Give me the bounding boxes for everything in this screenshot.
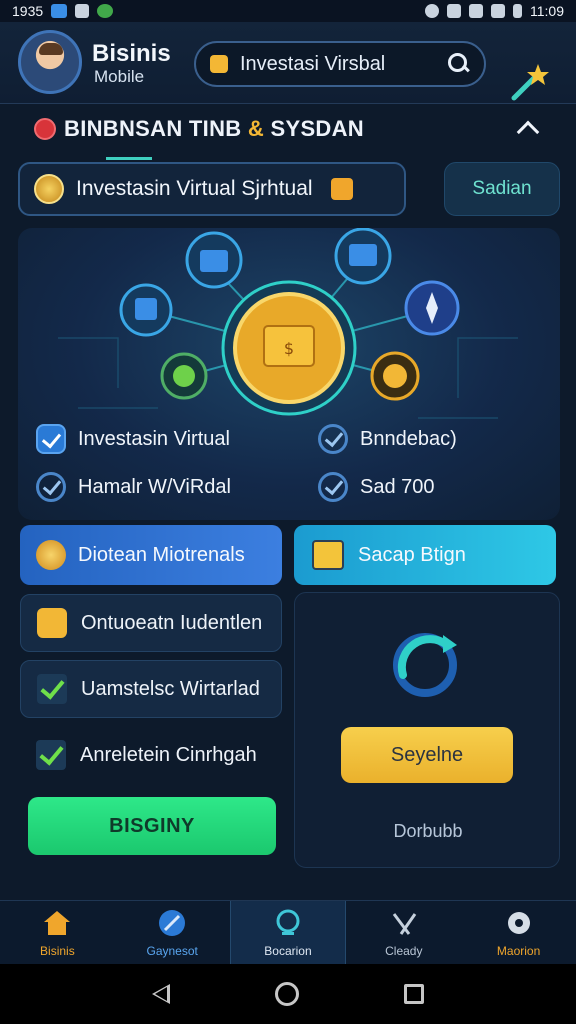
- feature-item: Bnndebac): [318, 424, 457, 454]
- back-icon[interactable]: [152, 984, 171, 1004]
- sacap-button[interactable]: Sacap Btign: [294, 525, 556, 585]
- collapse-chevron-up-icon[interactable]: [516, 120, 540, 144]
- status-left: 1935: [12, 3, 114, 19]
- checkmark-circle-icon: [318, 472, 348, 502]
- side-card: Seyelne Dorbubb: [294, 592, 560, 868]
- android-icon: [97, 4, 114, 18]
- app-header: Bisinis Mobile Investasi Virsbal: [0, 22, 576, 104]
- nav-item-search[interactable]: Bocarion: [229, 901, 347, 964]
- tab-indicator: [106, 157, 152, 160]
- hero-panel: $ Investasin Virtual Bnndebac) Hamalr W/…: [18, 228, 560, 520]
- status-bar: 1935 11:09: [0, 0, 576, 22]
- checkmark-circle-icon: [36, 472, 66, 502]
- nav-item-profile[interactable]: Maorion: [461, 901, 576, 964]
- bottom-nav: Bisinis Gaynesot Bocarion Cleady Maorion: [0, 900, 576, 964]
- status-time-left: 1935: [12, 3, 44, 19]
- document-icon: [312, 540, 344, 570]
- list-item[interactable]: Ontuoeatn Iudentlen: [20, 594, 282, 652]
- nav-item-home[interactable]: Bisinis: [0, 901, 115, 964]
- bisginy-button[interactable]: BISGINY: [28, 797, 276, 855]
- notification-icon: [51, 4, 68, 18]
- list-item[interactable]: Anreletein Cinrhgah: [20, 726, 282, 784]
- investment-pill-label: Investasin Virtual Sjrhtual: [76, 177, 313, 200]
- feature-item: Investasin Virtual: [36, 424, 230, 454]
- signal-icon: [491, 4, 505, 18]
- search-badge-icon: [210, 55, 228, 73]
- sadian-button[interactable]: Sadian: [444, 162, 560, 216]
- mute-icon: [447, 4, 461, 18]
- status-right: 11:09: [425, 3, 564, 19]
- alarm-icon: [425, 4, 439, 18]
- feature-item: Hamalr W/ViRdal: [36, 472, 231, 502]
- checkmark-icon: [36, 424, 66, 454]
- home-circle-icon[interactable]: [274, 982, 299, 1006]
- investor-icon: [34, 174, 64, 204]
- app-subtitle: Mobile: [94, 67, 145, 86]
- wifi-icon: [469, 4, 483, 18]
- recent-apps-icon[interactable]: [403, 984, 424, 1004]
- coin-icon: [36, 540, 66, 570]
- caption-text: Dorbubb: [393, 821, 463, 841]
- tools-icon: [392, 912, 417, 935]
- settings-icon: [507, 911, 530, 934]
- nav-item-tools[interactable]: Cleady: [346, 901, 461, 964]
- bookmark-icon: [330, 178, 353, 200]
- battery-icon: [513, 4, 522, 18]
- compass-icon: [159, 909, 186, 936]
- feature-item: Sad 700: [318, 472, 435, 502]
- search-icon: [276, 909, 300, 935]
- list-item[interactable]: Uamstelsc Wirtarlad: [20, 660, 282, 718]
- app-title: Bisinis: [92, 40, 171, 67]
- nav-item-compass[interactable]: Gaynesot: [115, 901, 230, 964]
- search-input[interactable]: Investasi Virsbal: [194, 41, 486, 87]
- status-time-right: 11:09: [530, 3, 564, 19]
- checkmark-circle-icon: [318, 424, 348, 454]
- investment-pill[interactable]: Investasin Virtual Sjrhtual: [18, 162, 406, 216]
- avatar[interactable]: [18, 30, 82, 94]
- system-nav-bar: [0, 964, 576, 1024]
- checkbox-checked-icon[interactable]: [37, 674, 67, 704]
- svg-text:$: $: [284, 339, 294, 358]
- home-icon: [44, 910, 71, 935]
- refresh-ring-icon: [393, 633, 457, 697]
- section-title: BINBNSAN TINB & SYSDAN: [64, 116, 364, 141]
- search-icon[interactable]: [448, 53, 470, 75]
- seyelne-button[interactable]: Seyelne: [341, 727, 513, 783]
- magic-wand-icon[interactable]: [510, 62, 550, 102]
- badge-red-icon: [34, 118, 56, 140]
- section-header: BINBNSAN TINB & SYSDAN: [34, 116, 364, 142]
- search-value: Investasi Virsbal: [240, 52, 386, 75]
- coin-icon: [37, 608, 67, 638]
- checkbox-checked-icon[interactable]: [36, 740, 66, 770]
- app-notification-icon: [75, 4, 90, 18]
- diotean-button[interactable]: Diotean Miotrenals: [20, 525, 282, 585]
